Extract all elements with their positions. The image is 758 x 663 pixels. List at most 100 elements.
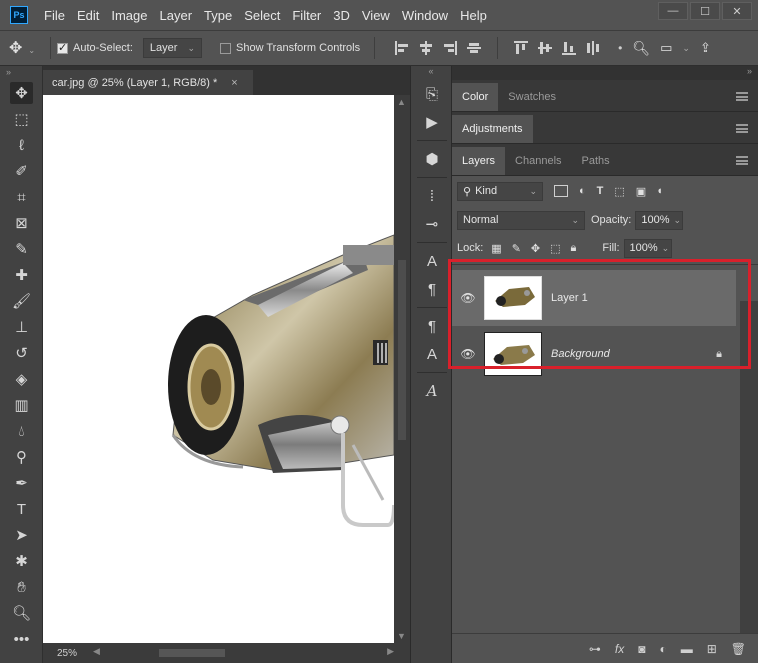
align-middle-icon[interactable]	[538, 41, 553, 55]
scroll-up-icon[interactable]: ▲	[397, 97, 406, 107]
brushes-panel-icon[interactable]: ⊸	[411, 210, 453, 238]
brush-settings-icon[interactable]: ⁞	[411, 182, 453, 210]
scrollbar-thumb[interactable]	[159, 649, 225, 657]
layers-scrollbar[interactable]	[740, 301, 758, 645]
frame-tool-icon[interactable]: ⊠	[0, 210, 43, 236]
horizontal-scrollbar[interactable]: ◀ ▶	[93, 646, 394, 658]
character-styles-icon[interactable]: A	[411, 340, 453, 368]
menu-layer[interactable]: Layer	[154, 8, 199, 23]
menu-file[interactable]: File	[38, 8, 71, 23]
brush-tool-icon[interactable]: 🖌︎	[0, 288, 43, 314]
pixel-filter-icon[interactable]	[554, 185, 568, 197]
minimize-button[interactable]: —	[658, 2, 688, 20]
auto-select-target-dropdown[interactable]: Layer ⌄	[142, 38, 202, 58]
blend-mode-dropdown[interactable]: Normal ⌄	[457, 210, 585, 230]
scroll-left-icon[interactable]: ◀	[93, 646, 100, 657]
menu-help[interactable]: Help	[454, 8, 493, 23]
3d-panel-icon[interactable]: ⬢	[411, 145, 453, 173]
auto-select-toggle[interactable]: Auto-Select:	[57, 41, 133, 54]
chevron-down-icon[interactable]: ⌄	[682, 43, 690, 54]
workspace-icon[interactable]: ▭	[660, 40, 672, 56]
show-transform-toggle[interactable]: Show Transform Controls	[220, 42, 360, 54]
align-center-icon[interactable]	[419, 41, 433, 55]
kind-filter-dropdown[interactable]: ⚲ Kind ⌄	[457, 181, 543, 201]
close-window-button[interactable]: ✕	[722, 2, 752, 20]
eraser-tool-icon[interactable]: ◈	[0, 366, 43, 392]
healing-brush-tool-icon[interactable]: ✚	[0, 262, 43, 288]
align-bottom-icon[interactable]	[562, 41, 577, 55]
shape-filter-icon[interactable]: ⬚	[614, 185, 624, 198]
panel-collapse-icon[interactable]: «	[411, 66, 451, 80]
panel-menu-icon[interactable]	[736, 156, 748, 165]
lasso-tool-icon[interactable]: ℓ	[0, 132, 43, 158]
character-panel-icon[interactable]: A	[411, 247, 453, 275]
shape-tool-icon[interactable]: ✱	[0, 548, 43, 574]
type-filter-icon[interactable]: T	[597, 185, 604, 197]
history-brush-tool-icon[interactable]: ↺	[0, 340, 43, 366]
hand-tool-icon[interactable]: ✋︎	[0, 574, 43, 600]
vertical-scrollbar[interactable]: ▲ ▼	[394, 95, 410, 643]
adjustment-filter-icon[interactable]: ◐	[579, 185, 586, 197]
gradient-tool-icon[interactable]: ▥	[0, 392, 43, 418]
dodge-tool-icon[interactable]: ⚲	[0, 444, 43, 470]
lock-position-icon[interactable]: ✥	[531, 242, 540, 255]
actions-panel-icon[interactable]: ▶	[411, 108, 453, 136]
lock-all-icon[interactable]: 🔒︎	[571, 242, 577, 255]
paragraph-styles-icon[interactable]: ¶	[411, 312, 453, 340]
zoom-tool-icon[interactable]: 🔍︎	[0, 600, 43, 626]
search-icon[interactable]: 🔍︎	[632, 40, 650, 57]
new-group-icon[interactable]: ▬	[681, 642, 693, 656]
type-tool-icon[interactable]: T	[0, 496, 43, 522]
layer-row-layer-1[interactable]: 👁︎ Layer 1	[452, 270, 736, 326]
delete-layer-icon[interactable]: 🗑︎	[731, 642, 746, 656]
align-left-icon[interactable]	[395, 41, 409, 55]
menu-select[interactable]: Select	[238, 8, 286, 23]
document-tab[interactable]: car.jpg @ 25% (Layer 1, RGB/8) * ×	[43, 70, 253, 96]
clone-stamp-tool-icon[interactable]: ⊥	[0, 314, 43, 340]
zoom-level[interactable]: 25%	[43, 648, 93, 659]
link-layers-icon[interactable]: ⊶	[589, 642, 601, 656]
adjustment-layer-icon[interactable]: ◐	[659, 642, 666, 656]
menu-image[interactable]: Image	[105, 8, 153, 23]
history-panel-icon[interactable]: ⎘	[411, 80, 453, 108]
lock-artboard-icon[interactable]: ⬚	[550, 242, 560, 255]
share-icon[interactable]: ⇪	[700, 40, 711, 56]
visibility-eye-icon[interactable]: 👁︎	[452, 347, 484, 361]
opacity-field[interactable]: 100% ⌄	[635, 210, 684, 230]
crop-tool-icon[interactable]: ⌗	[0, 184, 43, 210]
new-layer-icon[interactable]: ⊞	[707, 642, 717, 656]
scroll-down-icon[interactable]: ▼	[397, 631, 406, 641]
path-selection-tool-icon[interactable]: ➤	[0, 522, 43, 548]
move-tool-icon[interactable]: ✥ ⌄	[0, 38, 44, 58]
filter-toggle-icon[interactable]: ◖	[656, 185, 663, 197]
canvas[interactable]	[43, 95, 394, 643]
panel-menu-icon[interactable]	[736, 92, 748, 101]
menu-type[interactable]: Type	[198, 8, 238, 23]
more-options-icon[interactable]: •	[618, 41, 622, 55]
close-tab-icon[interactable]: ×	[231, 77, 237, 89]
menu-window[interactable]: Window	[396, 8, 454, 23]
glyphs-panel-icon[interactable]: A	[411, 377, 453, 405]
tab-color[interactable]: Color	[452, 83, 499, 111]
align-top-icon[interactable]	[514, 41, 529, 55]
restore-button[interactable]: ☐	[690, 2, 720, 20]
tab-channels[interactable]: Channels	[505, 147, 571, 175]
tab-swatches[interactable]: Swatches	[498, 83, 566, 111]
paragraph-panel-icon[interactable]: ¶	[411, 275, 453, 303]
panel-collapse-icon[interactable]: »	[0, 66, 42, 80]
show-transform-checkbox[interactable]	[220, 42, 231, 54]
layer-row-background[interactable]: 👁︎ Background 🔒︎	[452, 326, 736, 382]
tab-adjustments[interactable]: Adjustments	[452, 115, 533, 143]
panel-collapse-icon[interactable]: »	[452, 66, 758, 80]
tab-layers[interactable]: Layers	[452, 147, 506, 175]
distribute-icon[interactable]	[467, 41, 482, 55]
scroll-right-icon[interactable]: ▶	[387, 646, 394, 657]
menu-filter[interactable]: Filter	[286, 8, 327, 23]
distribute-vertical-icon[interactable]	[586, 41, 600, 55]
layer-style-icon[interactable]: fx	[615, 642, 624, 656]
tab-paths[interactable]: Paths	[572, 147, 620, 175]
menu-view[interactable]: View	[356, 8, 396, 23]
blur-tool-icon[interactable]: 💧︎	[0, 418, 43, 444]
add-mask-icon[interactable]: ◙	[638, 642, 645, 656]
menu-3d[interactable]: 3D	[327, 8, 356, 23]
